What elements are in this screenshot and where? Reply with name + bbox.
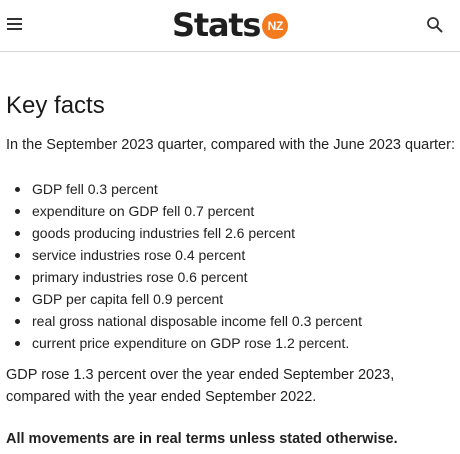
list-item: GDP per capita fell 0.9 percent — [6, 288, 362, 310]
list-item: primary industries rose 0.6 percent — [6, 266, 362, 288]
list-item: goods producing industries fell 2.6 perc… — [6, 222, 362, 244]
hamburger-menu-icon[interactable] — [7, 18, 23, 32]
list-item: current price expenditure on GDP rose 1.… — [6, 332, 362, 354]
logo-nz-badge: NZ — [262, 12, 289, 39]
list-item: real gross national disposable income fe… — [6, 310, 362, 332]
main-content: Key facts In the September 2023 quarter,… — [6, 92, 456, 447]
intro-text: In the September 2023 quarter, compared … — [6, 137, 455, 153]
real-terms-note: All movements are in real terms unless s… — [6, 431, 398, 447]
stats-nz-logo[interactable]: Stats NZ — [172, 5, 289, 45]
key-facts-list: GDP fell 0.3 percent expenditure on GDP … — [6, 178, 362, 354]
page-heading: Key facts — [6, 92, 105, 119]
site-header: Stats NZ — [0, 0, 460, 52]
logo-wordmark: Stats — [172, 6, 262, 44]
search-icon[interactable] — [426, 16, 444, 34]
annual-summary-text: GDP rose 1.3 percent over the year ended… — [6, 367, 395, 405]
list-item: GDP fell 0.3 percent — [6, 178, 362, 200]
list-item: expenditure on GDP fell 0.7 percent — [6, 200, 362, 222]
list-item: service industries rose 0.4 percent — [6, 244, 362, 266]
